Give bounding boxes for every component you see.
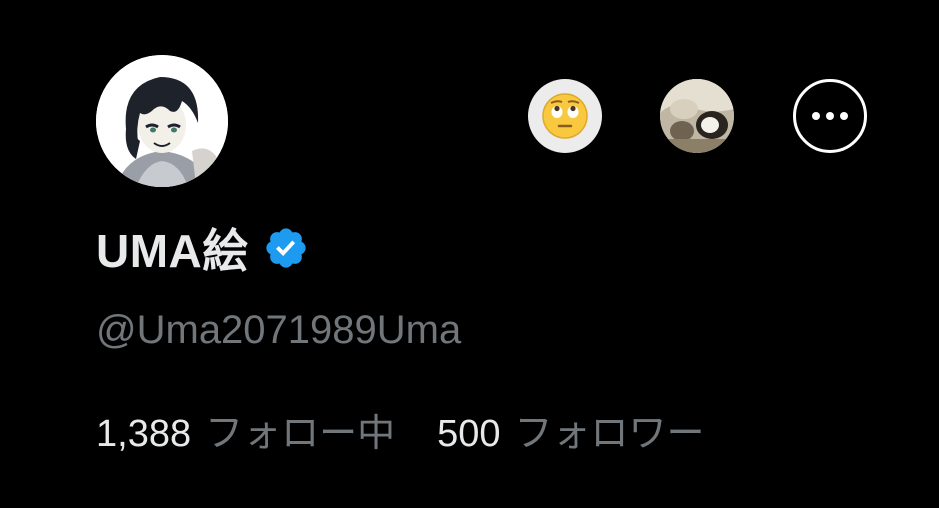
- profile-stats: 1,388 フォロー中 500 フォロワー: [96, 402, 705, 457]
- followers-label: フォロワー: [514, 413, 705, 455]
- following-stat[interactable]: 1,388 フォロー中: [96, 402, 395, 457]
- profile-handle: @Uma2071989Uma: [96, 308, 462, 352]
- display-name: UMA絵: [96, 225, 249, 277]
- more-options-button[interactable]: [793, 79, 867, 153]
- photo-thumbnail-icon: [660, 79, 734, 153]
- reaction-button[interactable]: [528, 79, 602, 153]
- profile-name-row: UMA絵: [96, 220, 309, 277]
- followers-count: 500: [437, 413, 501, 455]
- following-count: 1,388: [96, 413, 192, 455]
- profile-avatar[interactable]: [96, 55, 228, 187]
- followers-stat[interactable]: 500 フォロワー: [437, 402, 704, 457]
- verified-badge-icon[interactable]: [263, 225, 309, 271]
- media-thumbnail-button[interactable]: [660, 79, 734, 153]
- face-with-rolling-eyes-icon: [542, 93, 588, 139]
- more-options-icon: [809, 107, 851, 125]
- avatar-illustration: [96, 55, 228, 187]
- following-label: フォロー中: [205, 413, 396, 455]
